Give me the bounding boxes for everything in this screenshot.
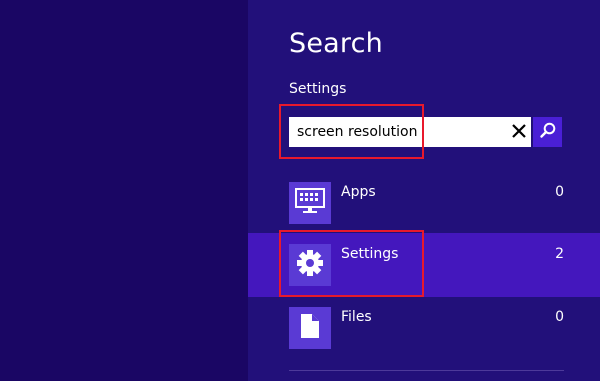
result-files[interactable]: Files 0 <box>248 296 600 360</box>
results-divider <box>289 370 564 371</box>
result-settings-label: Settings <box>341 246 399 262</box>
gear-icon <box>296 249 324 281</box>
result-apps-count: 0 <box>555 184 564 200</box>
result-settings-count: 2 <box>555 246 564 262</box>
search-button[interactable] <box>533 117 562 147</box>
search-title: Search <box>289 28 383 59</box>
result-files-label: Files <box>341 309 372 325</box>
search-box <box>289 117 531 147</box>
result-settings[interactable]: Settings 2 <box>248 233 600 297</box>
close-icon <box>512 123 526 142</box>
document-icon <box>300 313 320 343</box>
result-apps-label: Apps <box>341 184 376 200</box>
clear-search-button[interactable] <box>507 117 531 147</box>
monitor-keyboard-icon <box>295 188 325 218</box>
start-screen-background <box>0 0 248 381</box>
result-apps-tile <box>289 182 331 224</box>
result-files-tile <box>289 307 331 349</box>
magnifier-icon <box>539 121 557 143</box>
result-files-count: 0 <box>555 309 564 325</box>
search-input[interactable] <box>297 117 507 147</box>
result-apps[interactable]: Apps 0 <box>248 171 600 235</box>
result-settings-tile <box>289 244 331 286</box>
search-scope-label: Settings <box>289 81 347 97</box>
